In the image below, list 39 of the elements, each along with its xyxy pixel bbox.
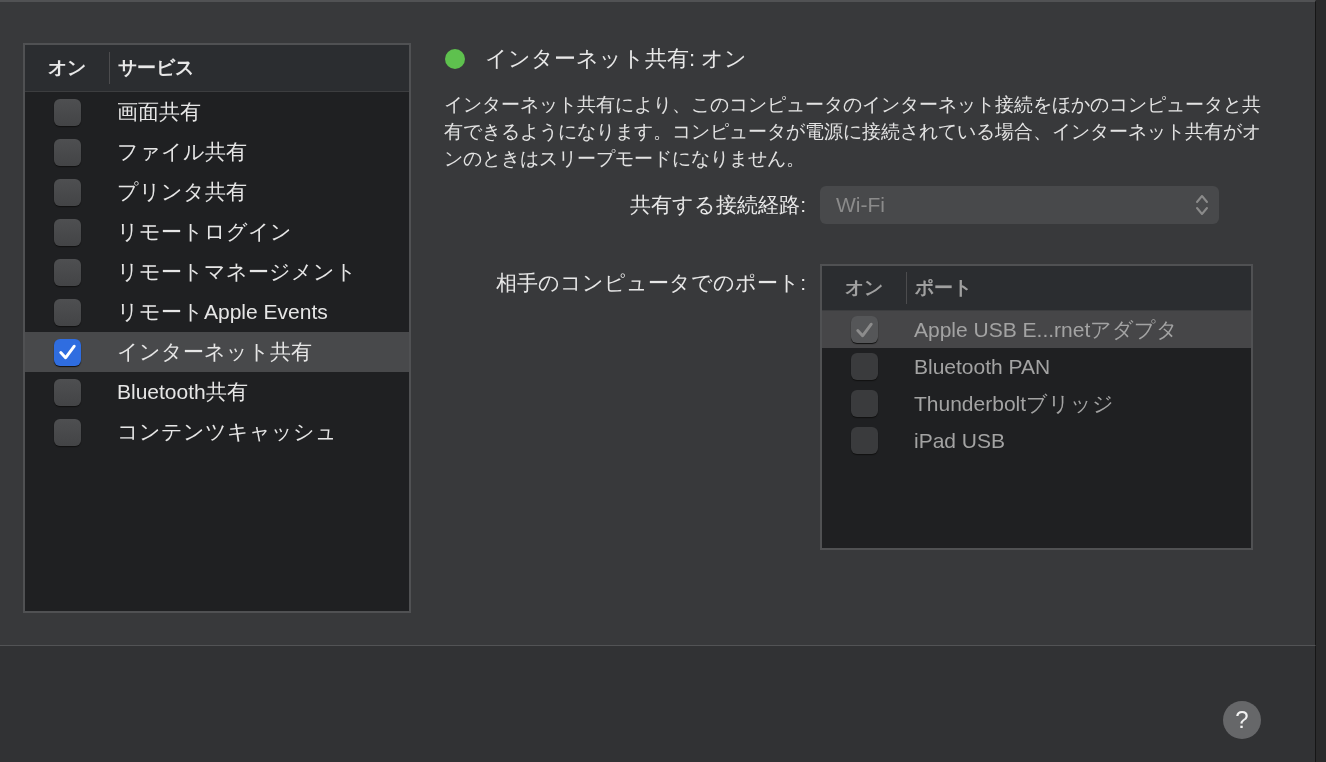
checkbox[interactable] [53,378,81,406]
column-header[interactable]: オン [25,55,109,81]
list-item-label: iPad USB [913,428,1006,453]
list-row[interactable]: リモートマネージメント [25,252,409,292]
list-item-label: Bluetooth PAN [913,354,1051,379]
list-item-label: インターネット共有 [116,339,312,365]
list-row[interactable]: インターネット共有 [25,332,409,372]
up-down-arrows-icon [1195,193,1209,217]
column-header[interactable]: サービス [110,55,194,81]
list-item-label: Thunderboltブリッジ [913,390,1115,417]
list-item-label: 画面共有 [116,99,201,125]
checkbox[interactable] [53,98,81,126]
list-row[interactable]: Bluetooth共有 [25,372,409,412]
status-title: インターネット共有: オン [485,45,748,73]
list-item-label: Bluetooth共有 [116,379,248,405]
checkbox[interactable] [53,138,81,166]
list-item-label: リモートマネージメント [116,259,357,285]
field-label: 共有する接続経路: [629,192,807,218]
checkbox[interactable] [53,218,81,246]
list-item-label: Apple USB E...rnetアダプタ [913,316,1179,343]
list-item-label: コンテンツキャッシュ [116,419,337,445]
list-row[interactable]: ファイル共有 [25,132,409,172]
help-button[interactable]: ? [1223,701,1261,739]
list-row[interactable]: 画面共有 [25,92,409,132]
list-row[interactable]: コンテンツキャッシュ [25,412,409,452]
list-row[interactable]: リモートApple Events [25,292,409,332]
list-row[interactable]: リモートログイン [25,212,409,252]
checkbox[interactable] [53,178,81,206]
field-label: 相手のコンピュータでのポート: [495,270,807,296]
checkbox[interactable] [53,298,81,326]
list-item-label: リモートログイン [116,219,292,245]
checkbox[interactable] [53,258,81,286]
description-text: インターネット共有により、このコンピュータのインターネット接続をほかのコンピュータと共有できるようになります。コンピュータが電源に接続されている場合、インターネット共有がオンのときはスリープモードになりません。 [444,93,1262,171]
list-item-label: プリンタ共有 [116,179,247,205]
checkbox[interactable] [53,418,81,446]
list-item-label: リモートApple Events [116,299,328,325]
list-row[interactable]: プリンタ共有 [25,172,409,212]
list-item-label: ファイル共有 [116,139,247,165]
checkbox[interactable] [53,338,81,366]
